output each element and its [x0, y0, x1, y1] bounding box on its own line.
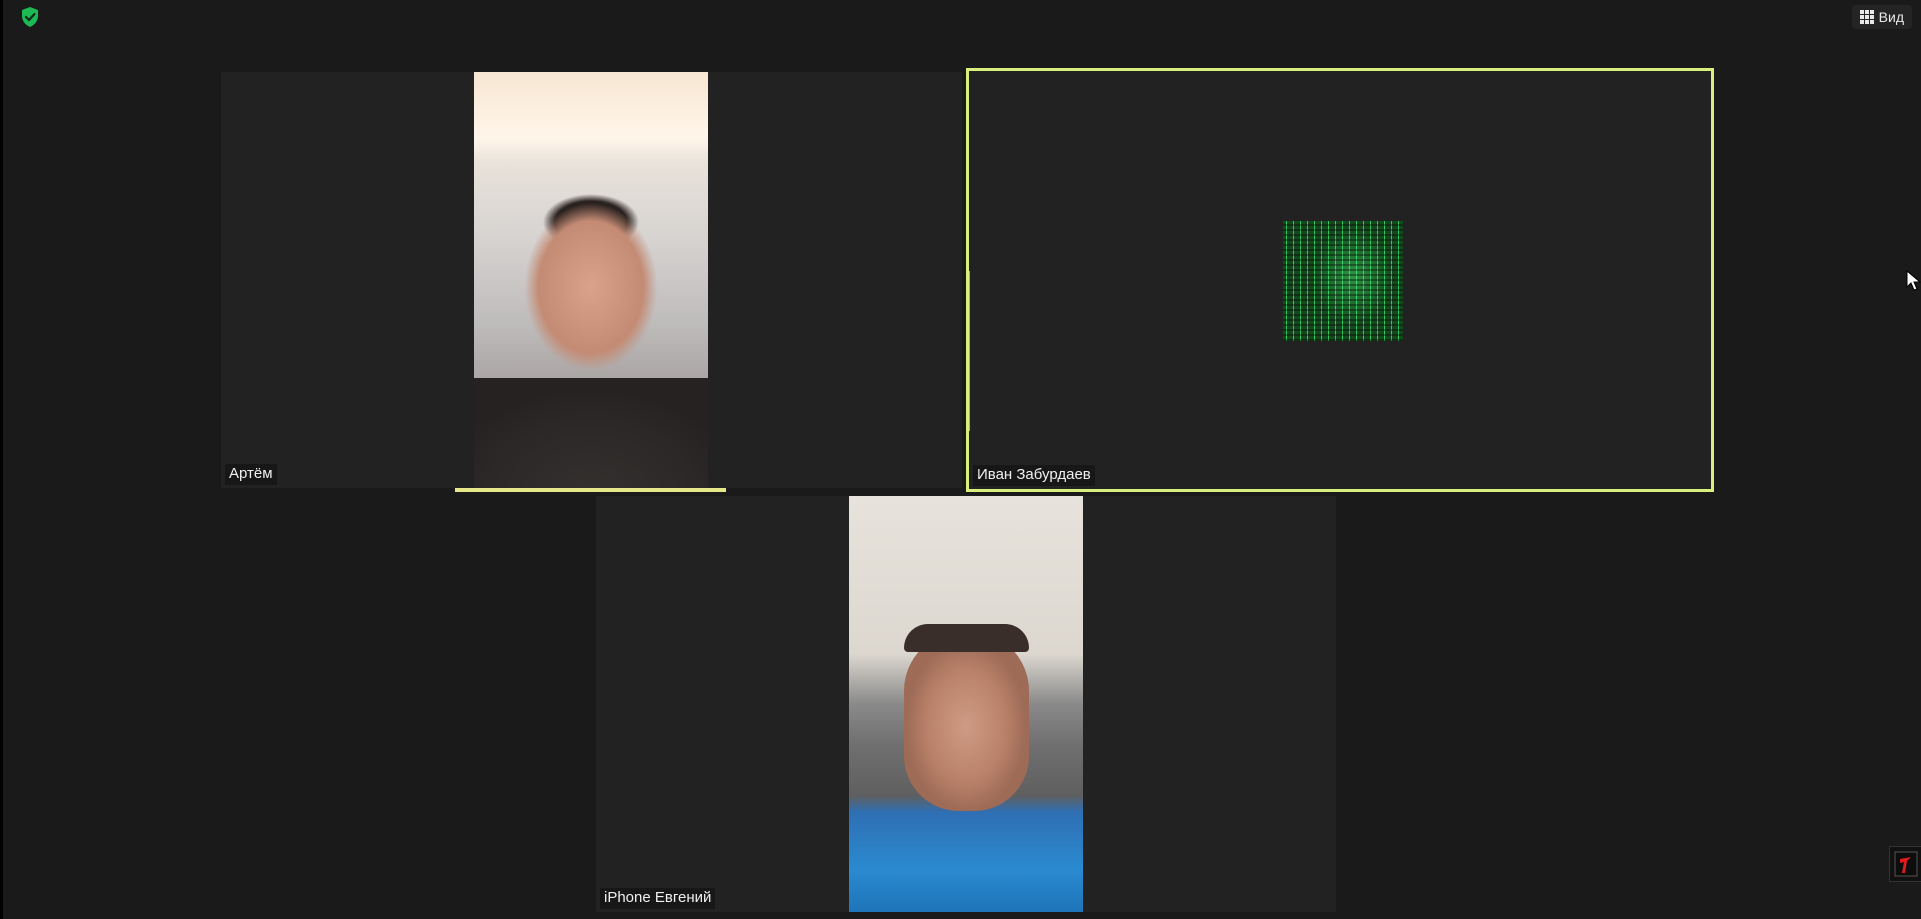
top-toolbar: Вид — [3, 0, 1921, 34]
view-button[interactable]: Вид — [1851, 5, 1912, 29]
app-badge-icon[interactable] — [1889, 846, 1921, 882]
participant-name: Артём — [225, 464, 277, 485]
participant-video — [849, 496, 1083, 912]
participant-name: iPhone Евгений — [600, 888, 716, 909]
participant-name: Иван Забурдаев — [973, 465, 1095, 486]
speaking-indicator — [455, 488, 726, 492]
grid-icon — [1859, 10, 1874, 24]
view-button-label: Вид — [1878, 9, 1904, 25]
participant-tile-evgeny[interactable]: iPhone Евгений — [596, 496, 1336, 912]
video-conference-window: Вид Артём Иван Забурдаев iPhone Евгений — [0, 0, 1921, 919]
shield-check-icon[interactable] — [19, 6, 41, 28]
participant-tile-artem[interactable]: Артём — [221, 72, 962, 488]
participant-video — [474, 72, 708, 488]
participant-tile-ivan[interactable]: Иван Забурдаев — [966, 68, 1714, 492]
participant-avatar — [1283, 221, 1403, 341]
mouse-pointer-icon — [1906, 269, 1921, 292]
